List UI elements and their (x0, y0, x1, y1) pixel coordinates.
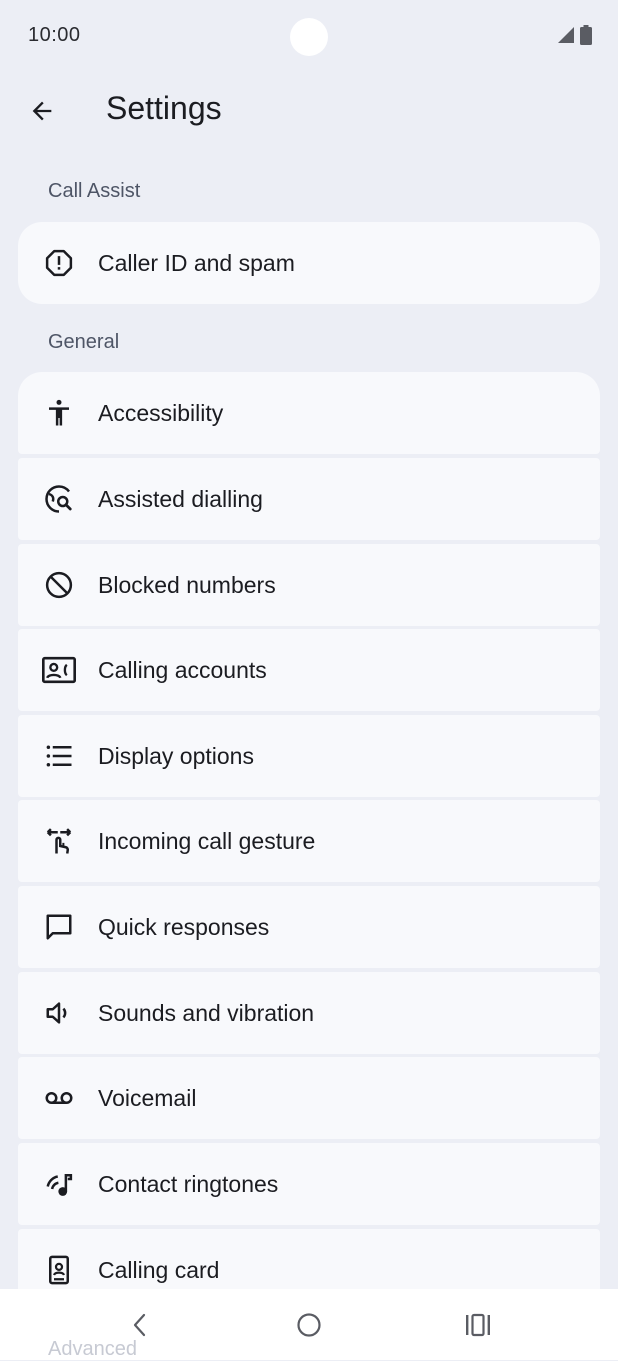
settings-item-voicemail[interactable]: Voicemail (18, 1057, 600, 1139)
settings-item-blocked-numbers[interactable]: Blocked numbers (18, 544, 600, 626)
settings-item-display-options[interactable]: Display options (18, 715, 600, 797)
item-label: Contact ringtones (98, 1170, 279, 1197)
nav-back-icon (133, 1313, 146, 1337)
ringtone-icon (42, 1167, 76, 1201)
section-header-advanced: Advanced (48, 1338, 137, 1360)
nav-home-button[interactable] (287, 1305, 331, 1345)
settings-item-quick-responses[interactable]: Quick responses (18, 886, 600, 968)
status-time: 10:00 (28, 24, 81, 46)
camera-cutout (290, 18, 328, 56)
settings-item-accessibility[interactable]: Accessibility (18, 372, 600, 454)
block-icon (42, 568, 76, 602)
settings-item-assisted-dialling[interactable]: Assisted dialling (18, 458, 600, 540)
item-label: Voicemail (98, 1084, 197, 1111)
settings-item-sounds-and-vibration[interactable]: Sounds and vibration (18, 972, 600, 1054)
calling-card-icon (42, 1253, 76, 1287)
item-label: Display options (98, 742, 254, 769)
spam-alert-icon (42, 246, 76, 280)
gesture-icon (42, 824, 76, 858)
item-label: Assisted dialling (98, 485, 263, 512)
volume-icon (42, 996, 76, 1030)
settings-item-incoming-call-gesture[interactable]: Incoming call gesture (18, 800, 600, 882)
item-label: Quick responses (98, 913, 270, 940)
item-label: Caller ID and spam (98, 249, 295, 276)
item-label: Incoming call gesture (98, 827, 316, 854)
calling-accounts-icon (42, 653, 76, 687)
nav-recents-icon (466, 1313, 490, 1337)
section-header-call-assist: Call Assist (48, 180, 141, 202)
back-button[interactable] (22, 91, 62, 131)
app-bar: Settings (0, 70, 618, 152)
settings-item-caller-id-and-spam[interactable]: Caller ID and spam (18, 222, 600, 304)
settings-item-contact-ringtones[interactable]: Contact ringtones (18, 1143, 600, 1225)
page-title: Settings (106, 90, 222, 126)
list-icon (42, 739, 76, 773)
nav-recents-button[interactable] (456, 1305, 500, 1345)
navigation-bar: Advanced (0, 1289, 618, 1360)
item-label: Calling card (98, 1256, 220, 1283)
item-label: Sounds and vibration (98, 999, 315, 1026)
settings-item-calling-accounts[interactable]: Calling accounts (18, 629, 600, 711)
message-icon (42, 910, 76, 944)
status-bar: 10:00 (0, 0, 618, 70)
accessibility-icon (42, 396, 76, 430)
battery-icon (580, 25, 592, 45)
status-icons (556, 25, 592, 45)
item-label: Blocked numbers (98, 571, 276, 598)
signal-icon (558, 27, 574, 43)
section-header-general: General (48, 331, 120, 353)
item-label: Calling accounts (98, 656, 267, 683)
arrow-back-icon (32, 101, 52, 121)
assisted-dialling-icon (42, 482, 76, 516)
nav-home-icon (297, 1313, 321, 1337)
item-label: Accessibility (98, 399, 224, 426)
voicemail-icon (42, 1081, 76, 1115)
